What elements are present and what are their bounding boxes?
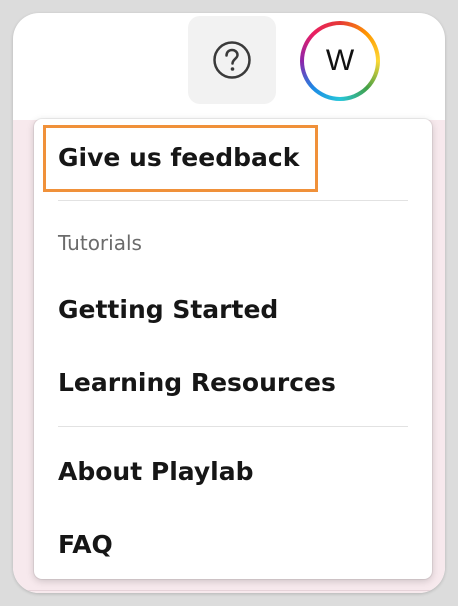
section-label-tutorials: Tutorials (58, 231, 142, 255)
question-circle-icon (213, 41, 251, 79)
avatar[interactable]: W (300, 21, 380, 101)
menu-item-about-playlab[interactable]: About Playlab (58, 459, 254, 484)
menu-item-learning-resources[interactable]: Learning Resources (58, 370, 336, 395)
menu-item-getting-started[interactable]: Getting Started (58, 297, 278, 322)
help-dropdown-menu: Give us feedback Tutorials Getting Start… (34, 119, 432, 579)
menu-divider (58, 200, 408, 201)
menu-item-give-feedback[interactable]: Give us feedback (58, 145, 299, 170)
menu-item-faq[interactable]: FAQ (58, 532, 113, 557)
help-button[interactable] (188, 16, 276, 104)
panel-divider (13, 590, 445, 591)
avatar-initial: W (304, 25, 376, 97)
menu-divider (58, 426, 408, 427)
